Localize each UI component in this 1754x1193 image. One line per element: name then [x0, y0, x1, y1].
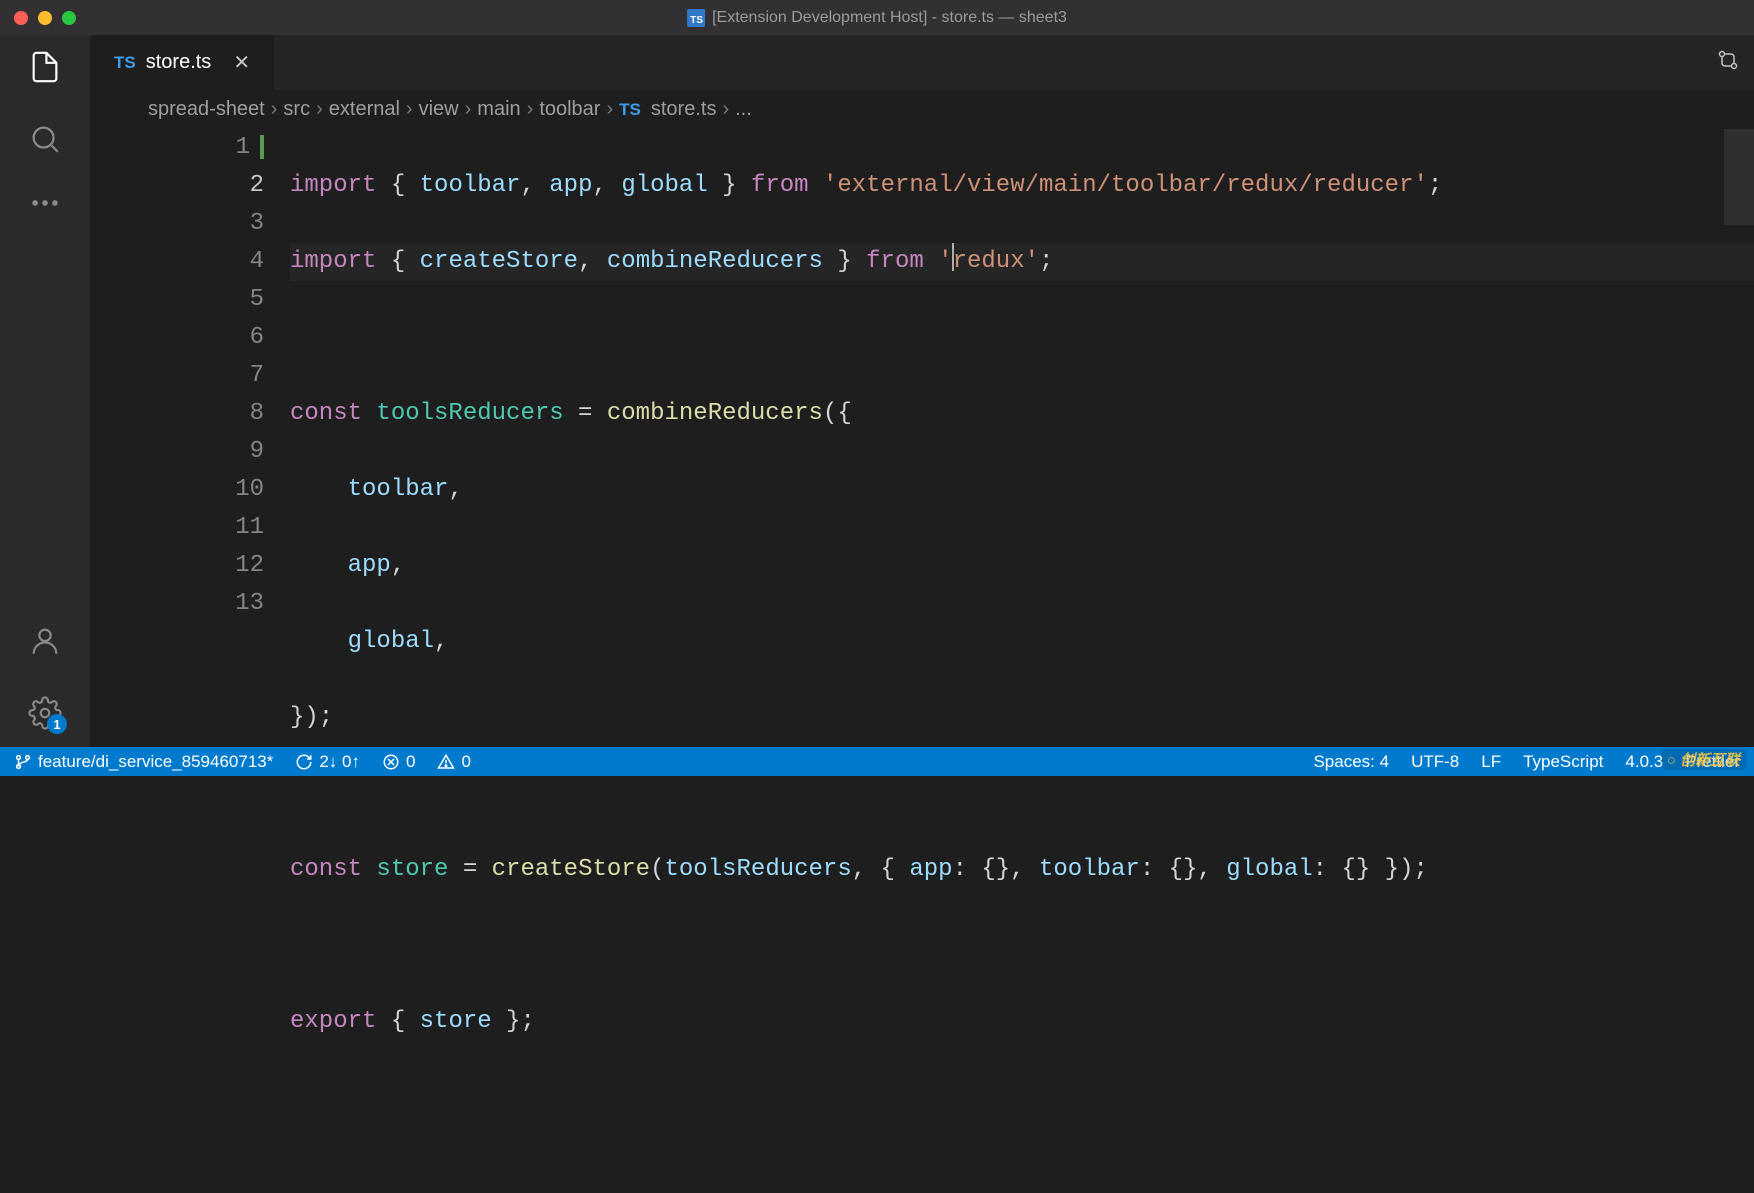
editor-area: TS store.ts ✕ spread-sheet› src› externa…: [90, 35, 1754, 747]
line-number: 10: [235, 476, 264, 503]
diff-added-indicator: [260, 135, 264, 159]
line-number: 4: [250, 248, 264, 275]
line-number: 11: [235, 514, 264, 541]
window-title: TS [Extension Development Host] - store.…: [687, 9, 1067, 27]
line-number: 1: [236, 134, 250, 161]
typescript-file-icon: TS: [619, 100, 641, 120]
chevron-right-icon: ›: [316, 98, 323, 121]
line-number: 9: [250, 438, 264, 465]
breadcrumb-part[interactable]: spread-sheet: [148, 98, 265, 121]
tab-actions: [1716, 48, 1740, 77]
chevron-right-icon: ›: [465, 98, 472, 121]
settings-gear-icon[interactable]: 1: [27, 695, 63, 731]
code-editor[interactable]: 1 2 3 4 5 6 7 8 9 10 11 12 13 import { t…: [90, 129, 1754, 1193]
breadcrumb[interactable]: spread-sheet› src› external› view› main›…: [90, 90, 1754, 129]
maximize-window-icon[interactable]: [62, 11, 76, 25]
chevron-right-icon: ›: [722, 98, 729, 121]
chevron-right-icon: ›: [271, 98, 278, 121]
breadcrumb-tail[interactable]: ...: [735, 98, 752, 121]
explorer-icon[interactable]: [27, 49, 63, 85]
chevron-right-icon: ›: [406, 98, 413, 121]
typescript-file-icon: TS: [687, 9, 705, 27]
tab-bar: TS store.ts ✕: [90, 35, 1754, 90]
line-number: 3: [250, 210, 264, 237]
window-title-text: [Extension Development Host] - store.ts …: [712, 9, 1067, 27]
breadcrumb-part[interactable]: main: [477, 98, 520, 121]
breadcrumb-part[interactable]: toolbar: [539, 98, 600, 121]
line-number: 8: [250, 400, 264, 427]
close-icon[interactable]: ✕: [233, 50, 250, 75]
line-number: 12: [235, 552, 264, 579]
more-icon[interactable]: [27, 193, 63, 213]
titlebar: TS [Extension Development Host] - store.…: [0, 0, 1754, 35]
chevron-right-icon: ›: [606, 98, 613, 121]
line-number: 7: [250, 362, 264, 389]
settings-badge: 1: [47, 714, 67, 734]
breadcrumb-file[interactable]: store.ts: [651, 98, 717, 121]
account-icon[interactable]: [27, 623, 63, 659]
close-window-icon[interactable]: [14, 11, 28, 25]
tab-filename: store.ts: [146, 51, 212, 74]
typescript-file-icon: TS: [114, 53, 136, 73]
line-number: 2: [250, 172, 264, 199]
window-controls: [14, 11, 76, 25]
breadcrumb-part[interactable]: src: [283, 98, 310, 121]
watermark: ○ 创新互联: [1661, 749, 1746, 770]
line-number-gutter: 1 2 3 4 5 6 7 8 9 10 11 12 13: [90, 129, 290, 1193]
line-number: 5: [250, 286, 264, 313]
minimize-window-icon[interactable]: [38, 11, 52, 25]
tab-store-ts[interactable]: TS store.ts ✕: [90, 35, 274, 90]
activity-bar: 1: [0, 35, 90, 747]
search-icon[interactable]: [27, 121, 63, 157]
line-number: 13: [235, 590, 264, 617]
breadcrumb-part[interactable]: view: [419, 98, 459, 121]
minimap[interactable]: [1724, 129, 1754, 225]
line-number: 6: [250, 324, 264, 351]
chevron-right-icon: ›: [527, 98, 534, 121]
code-content[interactable]: import { toolbar, app, global } from 'ex…: [290, 129, 1754, 1193]
breadcrumb-part[interactable]: external: [329, 98, 400, 121]
compare-icon[interactable]: [1716, 48, 1740, 77]
